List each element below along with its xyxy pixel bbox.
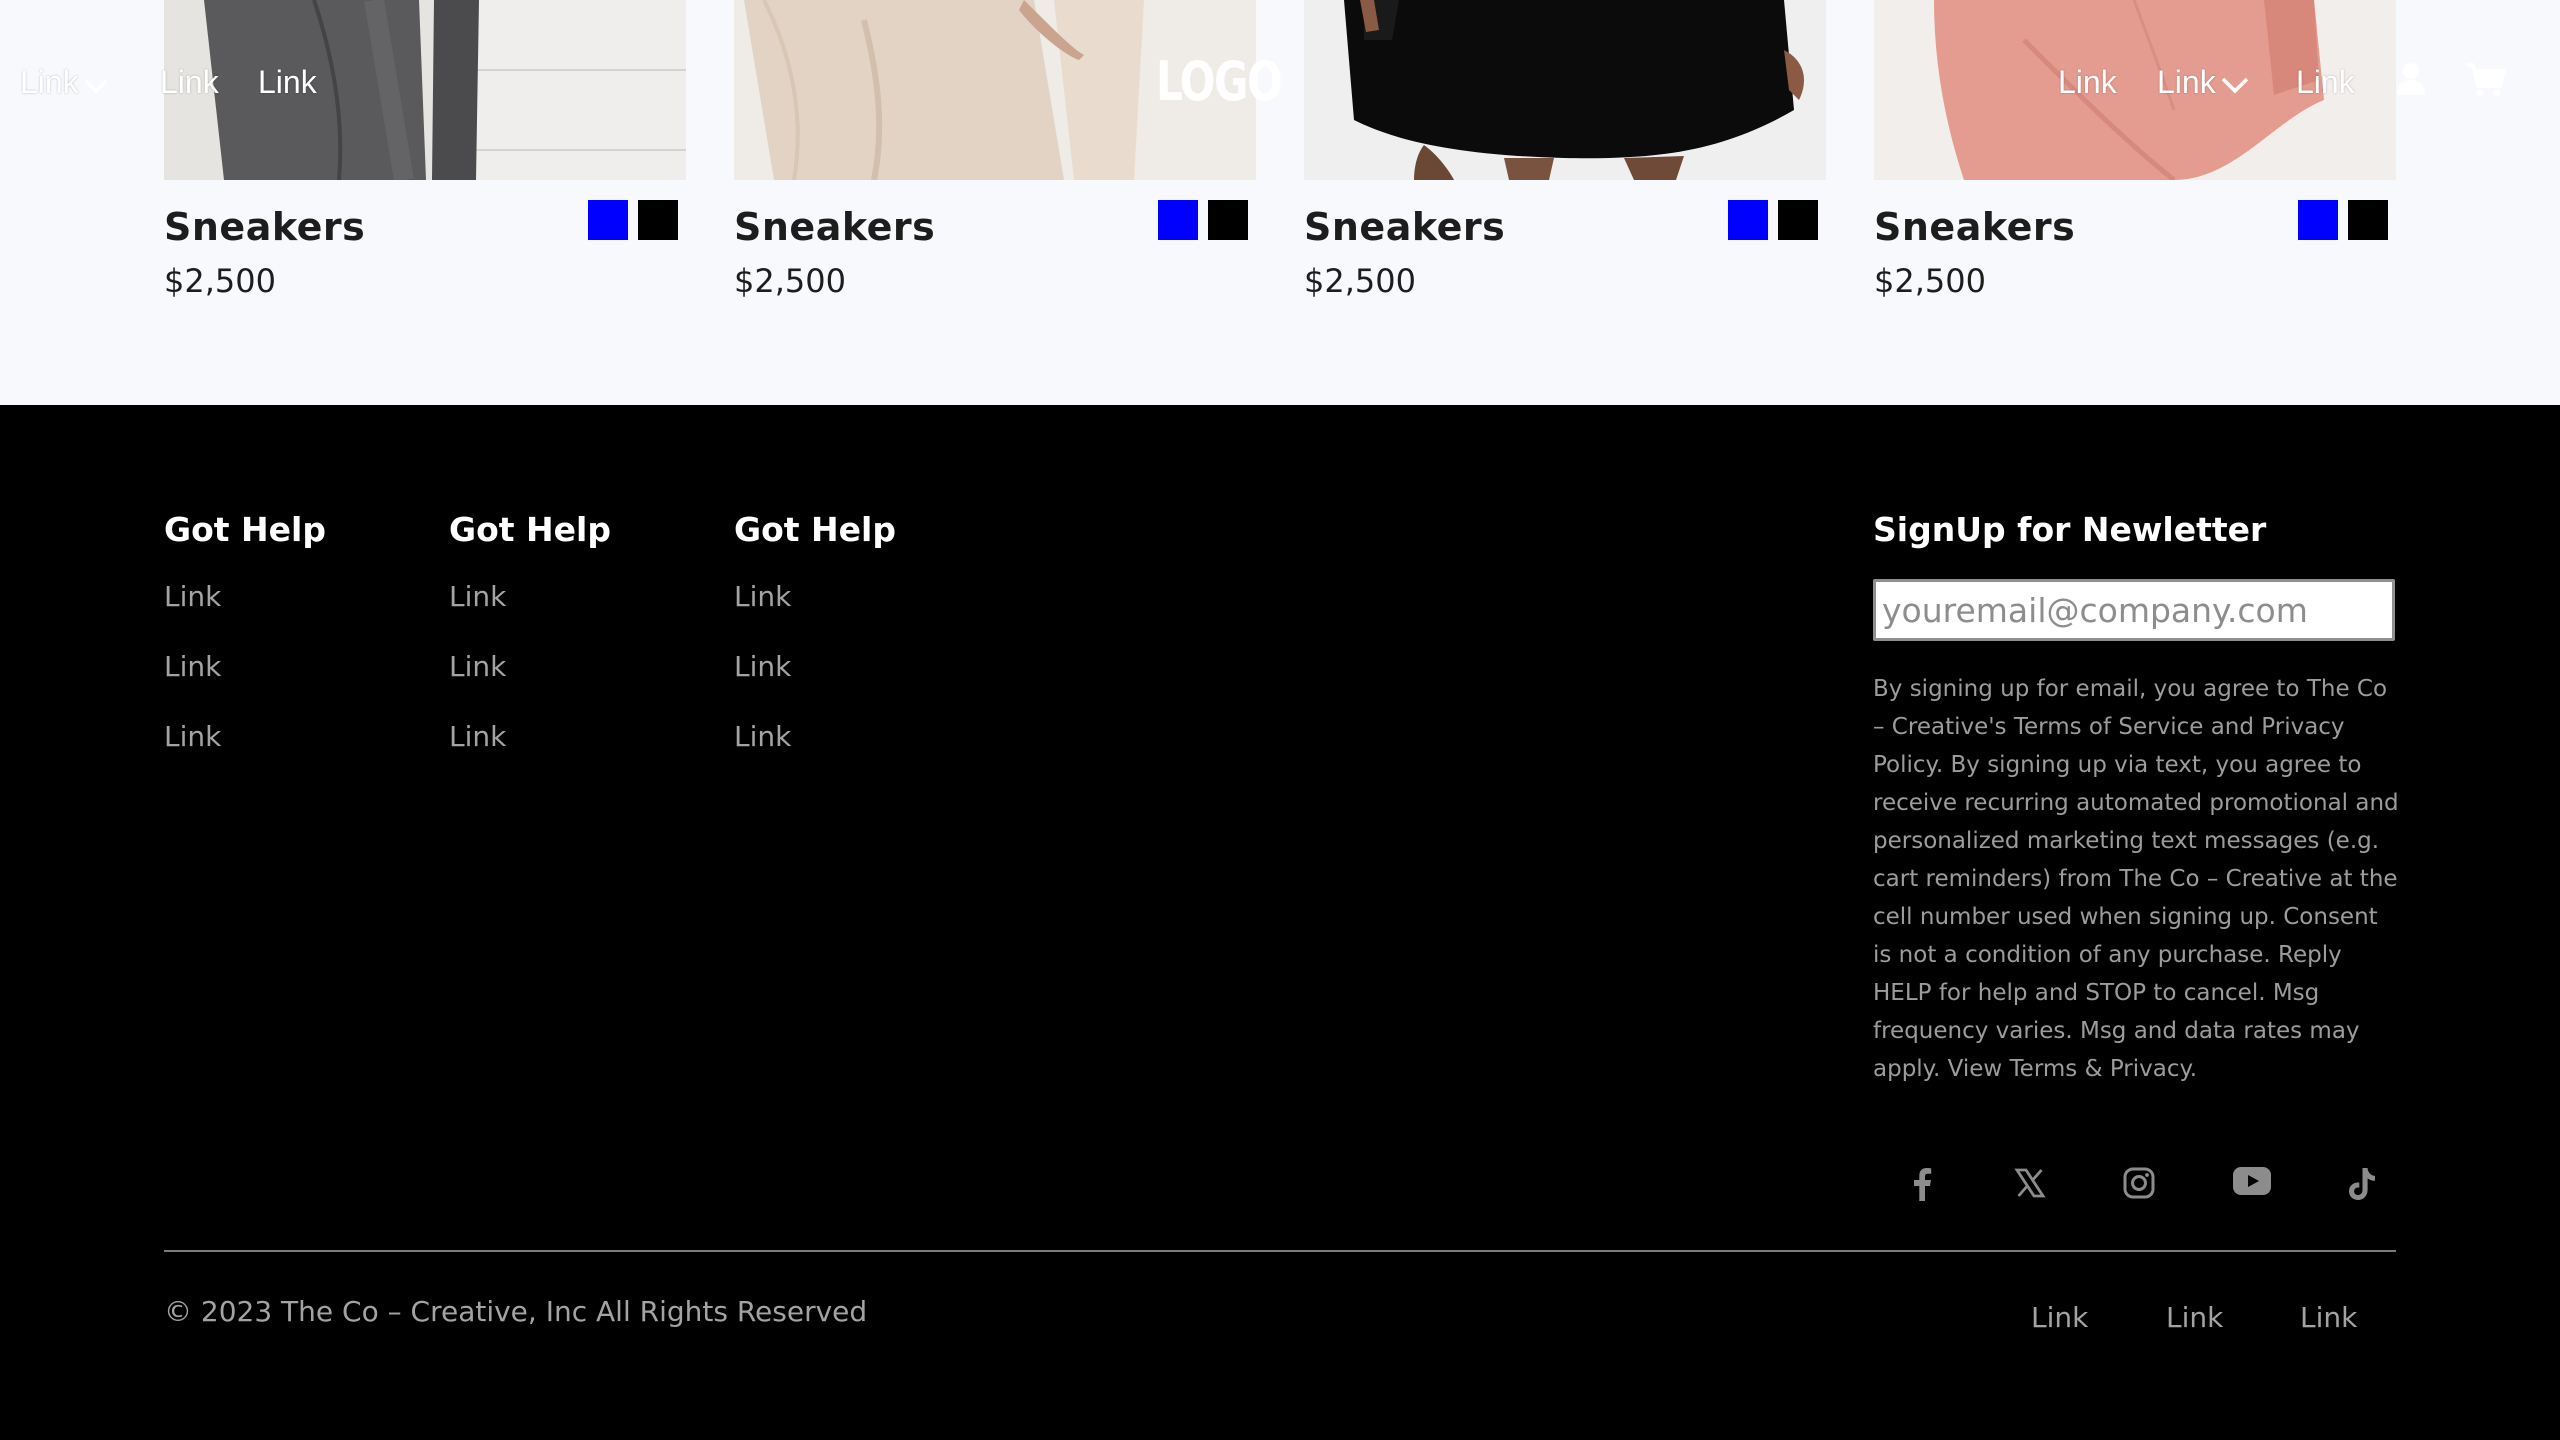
instagram-icon[interactable] [2123, 1167, 2155, 1203]
product-price: $2,500 [734, 262, 846, 300]
nav-link[interactable]: Link [2296, 64, 2355, 101]
nav-link-label: Link [20, 64, 79, 100]
site-header: Link Link Link LOGO Link Link Link [0, 0, 2560, 160]
color-swatch-blue[interactable] [1158, 200, 1198, 240]
copyright-text: © 2023 The Co – Creative, Inc All Rights… [164, 1295, 868, 1328]
footer-link[interactable]: Link [734, 720, 791, 753]
product-name[interactable]: Sneakers [164, 205, 365, 249]
newsletter-email-input[interactable] [1873, 579, 2395, 641]
footer-link[interactable]: Link [164, 720, 221, 753]
product-grid: Sneakers $2,500 Sneakers $2,500 Sneakers… [0, 0, 2560, 405]
product-price: $2,500 [1874, 262, 1986, 300]
chevron-down-icon [2220, 66, 2250, 103]
color-swatch-blue[interactable] [2298, 200, 2338, 240]
product-name[interactable]: Sneakers [734, 205, 935, 249]
site-logo[interactable]: LOGO [1156, 50, 1283, 113]
footer-link[interactable]: Link [449, 650, 506, 683]
nav-link[interactable]: Link [160, 64, 219, 101]
nav-link-dropdown[interactable]: Link [2157, 64, 2250, 103]
footer-link[interactable]: Link [449, 720, 506, 753]
nav-link[interactable]: Link [258, 64, 317, 101]
footer-divider [164, 1250, 2396, 1252]
footer-column-title: Got Help [734, 510, 896, 549]
footer-link[interactable]: Link [164, 580, 221, 613]
newsletter-title: SignUp for Newletter [1873, 510, 2267, 549]
footer-bottom-link[interactable]: Link [2031, 1301, 2088, 1334]
user-icon[interactable] [2396, 62, 2426, 100]
footer-link[interactable]: Link [449, 580, 506, 613]
tiktok-icon[interactable] [2348, 1167, 2376, 1205]
footer-column-title: Got Help [164, 510, 326, 549]
nav-link[interactable]: Link [2058, 64, 2117, 101]
product-name[interactable]: Sneakers [1304, 205, 1505, 249]
youtube-icon[interactable] [2233, 1167, 2271, 1199]
footer-link[interactable]: Link [734, 650, 791, 683]
footer-link[interactable]: Link [164, 650, 221, 683]
newsletter-legal-text: By signing up for email, you agree to Th… [1873, 676, 2399, 1082]
nav-link-label: Link [2157, 64, 2216, 100]
color-swatch-black[interactable] [2348, 200, 2388, 240]
footer-column-title: Got Help [449, 510, 611, 549]
color-swatch-black[interactable] [1778, 200, 1818, 240]
color-swatch-blue[interactable] [1728, 200, 1768, 240]
color-swatch-blue[interactable] [588, 200, 628, 240]
chevron-down-icon [83, 66, 109, 103]
color-swatch-black[interactable] [638, 200, 678, 240]
cart-icon[interactable] [2466, 62, 2507, 102]
footer-bottom-link[interactable]: Link [2166, 1301, 2223, 1334]
facebook-icon[interactable] [1911, 1167, 1933, 1205]
product-price: $2,500 [1304, 262, 1416, 300]
x-icon[interactable] [2014, 1167, 2046, 1203]
footer-link[interactable]: Link [734, 580, 791, 613]
footer-bottom-link[interactable]: Link [2300, 1301, 2357, 1334]
color-swatch-black[interactable] [1208, 200, 1248, 240]
product-price: $2,500 [164, 262, 276, 300]
nav-link-dropdown[interactable]: Link [20, 64, 109, 103]
site-footer: Got Help Link Link Link Got Help Link Li… [0, 405, 2560, 1440]
product-name[interactable]: Sneakers [1874, 205, 2075, 249]
